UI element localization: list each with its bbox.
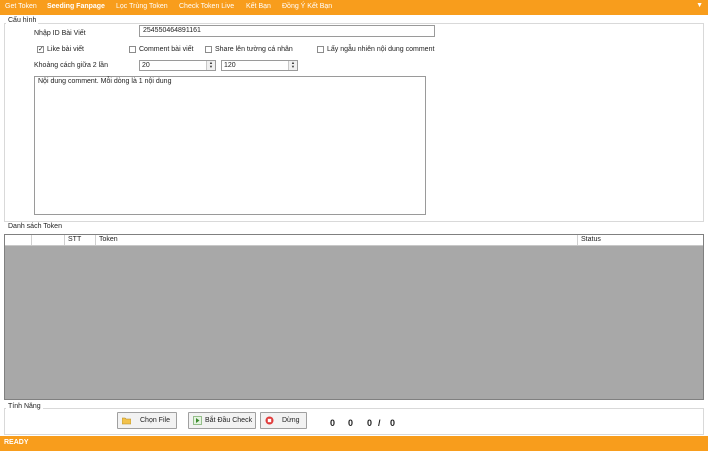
stepper-buttons[interactable]: ▲ ▼ — [206, 61, 215, 70]
interval-max-stepper[interactable]: 120 ▲ ▼ — [221, 60, 298, 71]
post-id-label: Nhập ID Bài Viết — [34, 30, 86, 37]
share-label: Share lên tường cá nhân — [215, 46, 293, 53]
tab-dong-y-ket-ban[interactable]: Đồng Ý Kết Bạn — [282, 3, 332, 10]
menu-bar: Get Token Seeding Fanpage Lọc Trùng Toke… — [0, 0, 708, 15]
tab-check-token-live[interactable]: Check Token Live — [179, 3, 234, 10]
features-group — [4, 408, 704, 435]
stop-icon — [265, 416, 274, 425]
choose-file-label: Chọn File — [140, 417, 170, 424]
chevron-down-icon[interactable]: ▼ — [696, 2, 703, 9]
interval-min-stepper[interactable]: 20 ▲ ▼ — [139, 60, 216, 71]
start-check-button[interactable]: Bắt Đầu Check — [188, 412, 256, 429]
tab-get-token[interactable]: Get Token — [5, 3, 37, 10]
counter-total: 0 — [390, 418, 396, 428]
status-bar: READY — [0, 436, 708, 451]
counter-separator: / — [378, 418, 381, 428]
like-label: Like bài viết — [47, 46, 84, 53]
tab-ket-ban[interactable]: Kết Bạn — [246, 3, 271, 10]
interval-min-value: 20 — [142, 62, 150, 69]
random-comment-checkbox[interactable] — [317, 46, 324, 53]
grid-header: STT Token Status — [5, 235, 703, 246]
interval-max-value: 120 — [224, 62, 236, 69]
counter-fail: 0 — [348, 418, 354, 428]
counter-done: 0 — [367, 418, 373, 428]
chevron-down-icon[interactable]: ▼ — [208, 65, 214, 69]
interval-label: Khoảng cách giữa 2 lần — [34, 62, 108, 69]
play-icon — [193, 416, 202, 425]
choose-file-button[interactable]: Chọn File — [117, 412, 177, 429]
comment-checkbox[interactable] — [129, 46, 136, 53]
like-checkbox[interactable]: ✓ — [37, 46, 44, 53]
comment-content-textarea[interactable]: Nội dung comment. Mỗi dòng là 1 nội dung — [34, 76, 426, 215]
col-header-token[interactable]: Token — [96, 235, 578, 245]
start-check-label: Bắt Đầu Check — [205, 417, 253, 424]
col-header-blank-2[interactable] — [32, 235, 65, 245]
stop-button[interactable]: Dừng — [260, 412, 307, 429]
counter-success: 0 — [330, 418, 336, 428]
col-header-blank-1[interactable] — [5, 235, 32, 245]
folder-icon — [122, 417, 131, 425]
token-group-title: Danh sách Token — [6, 223, 64, 230]
status-text: READY — [4, 439, 29, 446]
col-header-status[interactable]: Status — [578, 235, 703, 245]
features-group-title: Tính Năng — [6, 403, 43, 410]
stepper-buttons[interactable]: ▲ ▼ — [288, 61, 297, 70]
stop-label: Dừng — [282, 417, 300, 424]
chevron-down-icon[interactable]: ▼ — [290, 65, 296, 69]
col-header-stt[interactable]: STT — [65, 235, 96, 245]
tab-seeding-fanpage[interactable]: Seeding Fanpage — [47, 3, 105, 10]
comment-label: Comment bài viết — [139, 46, 194, 53]
tab-loc-trung-token[interactable]: Lọc Trùng Token — [116, 3, 168, 10]
config-group-title: Cấu hình — [6, 17, 39, 24]
random-comment-label: Lấy ngẫu nhiên nội dung comment — [327, 46, 435, 53]
share-checkbox[interactable] — [205, 46, 212, 53]
post-id-input[interactable]: 254550464891161 — [139, 25, 435, 37]
token-grid[interactable]: STT Token Status — [4, 234, 704, 400]
